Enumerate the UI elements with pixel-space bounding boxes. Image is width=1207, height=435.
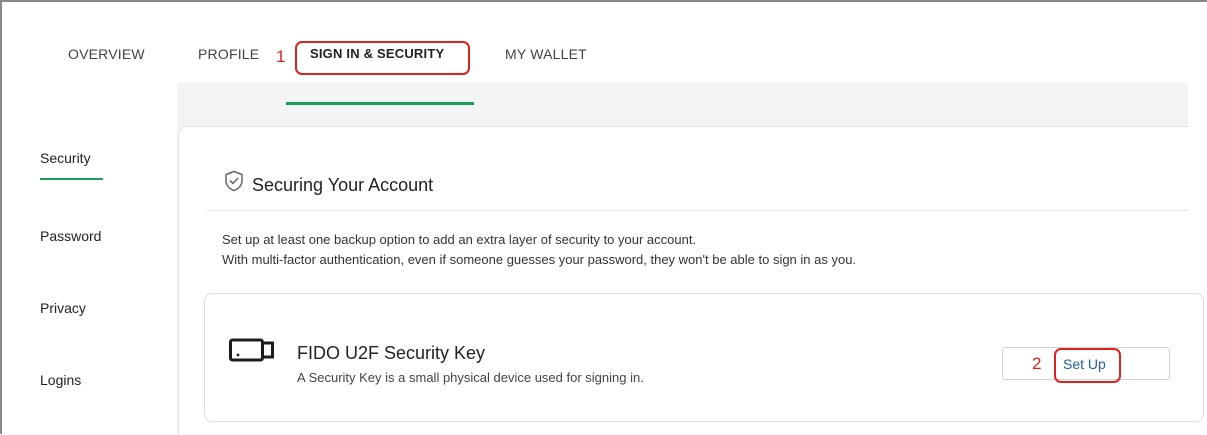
tab-overview[interactable]: OVERVIEW	[68, 46, 145, 62]
security-key-description: A Security Key is a small physical devic…	[297, 370, 644, 385]
annotation-step-2: 2	[1032, 354, 1042, 373]
section-description-line-1: Set up at least one backup option to add…	[222, 232, 697, 247]
annotation-highlight-tab	[295, 41, 470, 75]
section-divider	[206, 210, 1188, 211]
section-description-line-2: With multi-factor authentication, even i…	[222, 252, 857, 267]
shield-check-icon	[225, 170, 243, 192]
top-navigation	[2, 2, 1188, 82]
security-key-title: FIDO U2F Security Key	[297, 343, 486, 363]
active-tab-indicator	[286, 102, 474, 105]
security-key-icon	[229, 338, 274, 362]
side-menu-item-security[interactable]: Security	[40, 150, 91, 166]
side-menu	[2, 82, 177, 434]
tab-profile[interactable]: PROFILE	[198, 46, 259, 62]
section-title: Securing Your Account	[252, 175, 434, 195]
annotation-step-1: 1	[276, 47, 286, 66]
active-side-item-indicator	[40, 178, 103, 180]
side-menu-item-privacy[interactable]: Privacy	[40, 300, 86, 316]
side-menu-item-password[interactable]: Password	[40, 228, 101, 244]
annotation-highlight-setup	[1054, 348, 1121, 383]
side-menu-item-logins[interactable]: Logins	[40, 372, 81, 388]
tab-my-wallet[interactable]: MY WALLET	[505, 46, 587, 62]
